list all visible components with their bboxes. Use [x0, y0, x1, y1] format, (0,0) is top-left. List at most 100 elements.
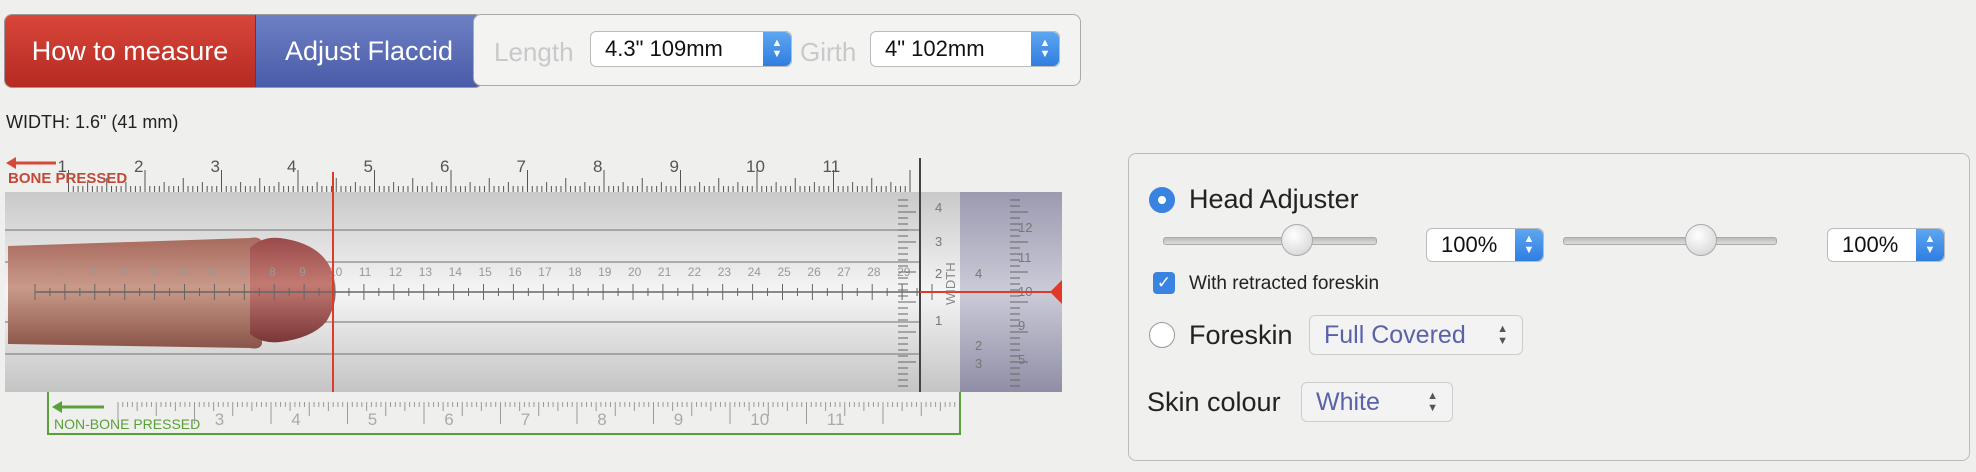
top-inch-label: 5	[364, 157, 373, 176]
chevron-updown-icon: ▲ ▼	[1515, 229, 1543, 261]
mode-button-group: How to measure Adjust Flaccid	[4, 14, 483, 88]
side-scale-label: 2	[935, 266, 942, 281]
bottom-inch-label: 6	[444, 410, 453, 429]
bottom-inch-label: 8	[597, 410, 606, 429]
how-to-measure-button[interactable]: How to measure	[5, 15, 256, 87]
width-scale-label: WIDTH	[943, 262, 958, 305]
side-scale-label: 3	[975, 356, 982, 371]
head-select-1-value: 100%	[1441, 232, 1498, 257]
cm-label: 11	[359, 265, 372, 279]
skin-colour-label: Skin colour	[1147, 387, 1281, 417]
bottom-inch-label: 3	[215, 410, 224, 429]
head-select-2-value: 100%	[1842, 232, 1899, 257]
head-slider-2-knob[interactable]	[1685, 224, 1717, 256]
head-adjuster-label: Head Adjuster	[1189, 184, 1359, 214]
non-bone-pressed-label: NON-BONE PRESSED	[54, 416, 200, 432]
shaft-illustration	[8, 237, 262, 349]
cm-label: 13	[419, 265, 433, 279]
chevron-updown-icon: ▲ ▼	[1427, 390, 1438, 414]
skin-colour-value: White	[1316, 387, 1380, 416]
skin-colour-select[interactable]: White ▲ ▼	[1301, 382, 1453, 422]
side-scale-label: 11	[1018, 250, 1032, 265]
side-scale-label: 9	[1018, 318, 1025, 333]
length-value: 4.3" 109mm	[605, 36, 723, 61]
cm-label: 22	[688, 265, 702, 279]
bottom-inch-label: 9	[674, 410, 683, 429]
cm-label: 1	[60, 265, 67, 279]
top-inch-labels: 1 2 3 4 5 6 7 8 9 10 11	[58, 157, 841, 176]
head-adjuster-radio[interactable]	[1149, 187, 1175, 213]
cm-label: 5	[180, 265, 187, 279]
cm-label: 6	[209, 265, 216, 279]
bottom-inch-label: 4	[291, 410, 300, 429]
dimensions-box: Length 4.3" 109mm ▲ ▼ Girth 4" 102mm ▲ ▼	[473, 14, 1081, 86]
cm-label: 25	[778, 265, 792, 279]
cm-label: 3	[120, 265, 127, 279]
chevron-updown-icon: ▲ ▼	[1031, 32, 1059, 66]
head-select-1[interactable]: 100% ▲ ▼	[1426, 228, 1544, 262]
adjust-flaccid-button[interactable]: Adjust Flaccid	[256, 15, 482, 87]
foreskin-select[interactable]: Full Covered ▲ ▼	[1309, 315, 1523, 355]
foreskin-value: Full Covered	[1324, 320, 1466, 349]
cm-label: 16	[508, 265, 522, 279]
adjust-panel: Head Adjuster 100% ▲ ▼ 100% ▲ ▼ ✓ With ret…	[1128, 153, 1970, 461]
cm-label: 4	[150, 265, 157, 279]
chevron-updown-icon: ▲ ▼	[1497, 323, 1508, 347]
foreskin-radio[interactable]	[1149, 322, 1175, 348]
cm-label: 8	[269, 265, 276, 279]
cm-label: 14	[449, 265, 463, 279]
cm-label: 15	[479, 265, 493, 279]
side-scale-label: 4	[935, 200, 942, 215]
head-slider-2[interactable]	[1563, 237, 1777, 245]
side-scale-label: 3	[935, 234, 942, 249]
top-inch-label: 10	[746, 157, 765, 176]
cm-label: 7	[239, 265, 246, 279]
girth-select[interactable]: 4" 102mm ▲ ▼	[870, 31, 1060, 67]
side-scale-label: 12	[1018, 220, 1032, 235]
chevron-updown-icon: ▲ ▼	[1916, 229, 1944, 261]
length-label: Length	[494, 37, 574, 67]
chevron-updown-icon: ▲ ▼	[763, 32, 791, 66]
retracted-foreskin-label: With retracted foreskin	[1189, 273, 1380, 294]
top-inch-label: 7	[517, 157, 526, 176]
top-inch-label: 3	[211, 157, 220, 176]
head-slider-1-knob[interactable]	[1281, 224, 1313, 256]
left-arrow-icon	[52, 401, 62, 413]
cm-label: 27	[837, 265, 851, 279]
top-inch-label: 2	[134, 157, 143, 176]
side-scale-label: 2	[975, 338, 982, 353]
bone-pressed-label: BONE PRESSED	[8, 170, 127, 187]
cm-label: 10	[329, 265, 343, 279]
width-readout: WIDTH: 1.6" (41 mm)	[6, 112, 179, 132]
girth-value: 4" 102mm	[885, 36, 985, 61]
ruler-graphic: 1 2 3 4 5 6 7 8 9 10 11 12 13 14 15 16 17 18 19 20 21 22 23 24 2…	[5, 157, 1062, 435]
foreskin-label: Foreskin	[1189, 320, 1293, 350]
top-inch-label: 11	[823, 157, 841, 176]
head-slider-1[interactable]	[1163, 237, 1377, 245]
left-arrow-icon	[6, 157, 16, 169]
bottom-inch-label: 10	[750, 410, 769, 429]
bottom-inch-label: 5	[368, 410, 377, 429]
cm-label: 21	[658, 265, 672, 279]
cm-label: 12	[389, 265, 403, 279]
head-select-2[interactable]: 100% ▲ ▼	[1827, 228, 1945, 262]
cm-label: 26	[807, 265, 821, 279]
cm-label: 23	[718, 265, 732, 279]
top-inch-ticks	[68, 170, 911, 192]
cm-label: 28	[867, 265, 881, 279]
cm-label: 20	[628, 265, 642, 279]
girth-label: Girth	[800, 37, 857, 67]
cm-label: 18	[568, 265, 582, 279]
side-scale-label: 1	[935, 313, 942, 328]
top-inch-label: 9	[670, 157, 679, 176]
bottom-inch-label: 11	[827, 410, 845, 429]
length-select[interactable]: 4.3" 109mm ▲ ▼	[590, 31, 792, 67]
top-inch-label: 8	[593, 157, 602, 176]
cm-label: 9	[299, 265, 306, 279]
retracted-foreskin-checkbox[interactable]: ✓	[1153, 272, 1175, 294]
top-inch-label: 4	[287, 157, 296, 176]
measurement-ruler: 1 2 3 4 5 6 7 8 9 10 11 12 13 14 15 16 17 18 19 20 21 22 23 24 2…	[0, 150, 1070, 440]
side-scale-label: 4	[975, 266, 982, 281]
top-inch-label: 6	[440, 157, 449, 176]
cm-label: 17	[538, 265, 552, 279]
